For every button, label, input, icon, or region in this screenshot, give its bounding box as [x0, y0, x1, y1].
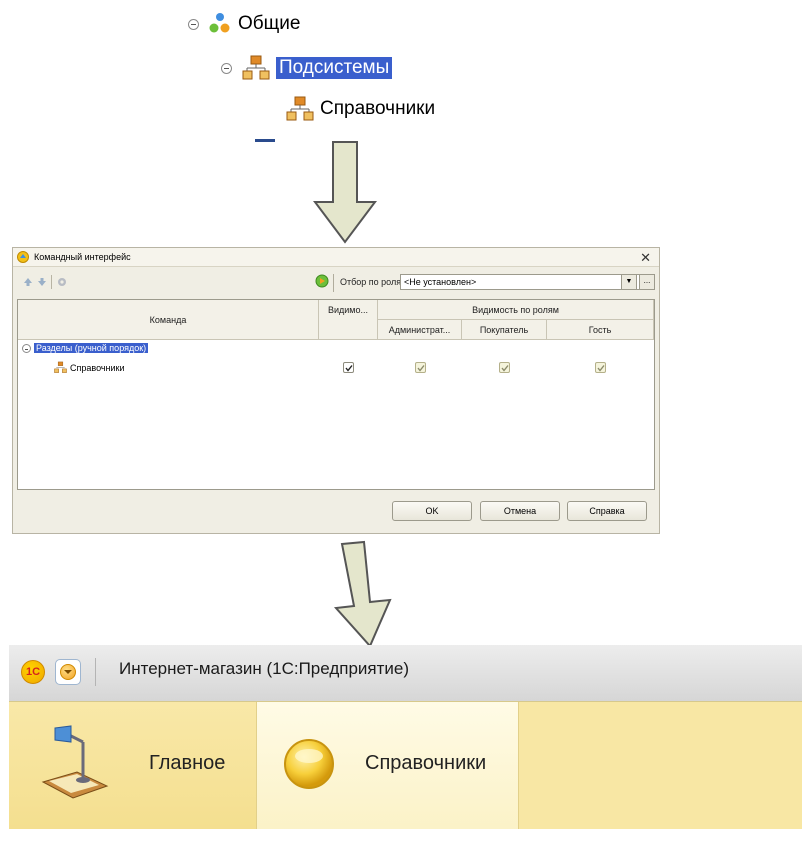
move-up-icon[interactable] — [23, 277, 33, 287]
desk-lamp-icon — [41, 725, 109, 799]
tree-item-subsystems[interactable]: Подсистемы — [221, 54, 393, 82]
role-visibility-checkbox[interactable] — [595, 362, 606, 373]
tree-item-label: Общие — [238, 13, 301, 34]
column-header-role[interactable]: Гость — [547, 320, 654, 340]
column-header-role[interactable]: Администрат... — [378, 320, 462, 340]
column-header-role[interactable]: Покупатель — [462, 320, 547, 340]
tree-item-catalogs[interactable]: Справочники — [286, 95, 435, 123]
select-more-button[interactable]: ... — [639, 274, 655, 290]
collapse-toggle[interactable] — [188, 18, 199, 30]
section-catalogs[interactable]: Справочники — [257, 702, 519, 830]
close-icon[interactable]: ✕ — [640, 250, 651, 266]
role-filter-select[interactable]: <Не установлен> — [400, 274, 640, 290]
toolbar-separator — [51, 275, 52, 289]
table-row[interactable]: Разделы (ручной порядок) — [18, 342, 654, 358]
section-label: Справочники — [365, 752, 487, 774]
dialog-toolbar: Отбор по ролям: <Не установлен> ▼ ... — [13, 269, 659, 297]
common-objects-icon — [209, 13, 230, 33]
commands-table: Команда Видимо... Видимость по ролям Адм… — [17, 299, 655, 490]
down-arrow-icon — [333, 540, 392, 648]
yellow-circle-icon — [284, 739, 334, 789]
section-label: Главное — [149, 752, 226, 774]
visibility-checkbox[interactable] — [343, 362, 354, 373]
column-header-visibility[interactable]: Видимо... — [319, 300, 378, 340]
dialog-title-bar: Командный интерфейс — [13, 248, 659, 267]
tree-item-common[interactable]: Общие — [188, 12, 300, 36]
filter-by-roles-icon[interactable] — [315, 274, 329, 288]
toolbar-separator — [333, 274, 334, 292]
collapse-toggle[interactable] — [22, 344, 31, 353]
down-arrow-icon — [313, 141, 377, 244]
app-icon — [17, 251, 29, 263]
window-bottom-area — [9, 829, 802, 855]
subsystem-icon — [242, 55, 270, 80]
command-interface-dialog: Командный интерфейс ✕ Отбор по ролям: <Н… — [12, 247, 660, 534]
move-down-icon[interactable] — [37, 277, 47, 287]
cancel-button[interactable]: Отмена — [480, 501, 560, 521]
text-cursor — [255, 139, 275, 142]
main-menu-button[interactable] — [55, 659, 81, 685]
settings-icon[interactable] — [57, 277, 67, 287]
column-header-command[interactable]: Команда — [18, 300, 319, 340]
column-header-visibility-by-roles: Видимость по ролям — [378, 300, 654, 320]
role-visibility-checkbox[interactable] — [499, 362, 510, 373]
chevron-down-icon — [60, 664, 76, 680]
role-visibility-checkbox[interactable] — [415, 362, 426, 373]
app-title: Интернет-магазин (1С:Предприятие) — [119, 659, 410, 678]
collapse-toggle[interactable] — [221, 62, 232, 74]
title-separator — [95, 658, 96, 686]
app-title-bar: 1С Интернет-магазин (1С:Предприятие) — [9, 645, 802, 701]
chevron-down-icon[interactable]: ▼ — [621, 274, 637, 290]
dialog-title: Командный интерфейс — [34, 252, 131, 262]
tree-item-label: Подсистемы — [276, 57, 393, 79]
help-button[interactable]: Справка — [567, 501, 647, 521]
subsystem-icon — [286, 96, 314, 121]
row-label: Разделы (ручной порядок) — [34, 343, 149, 353]
row-label: Справочники — [70, 363, 125, 373]
section-main[interactable]: Главное — [9, 702, 257, 830]
ok-button[interactable]: OK — [392, 501, 472, 521]
subsystem-icon — [54, 361, 67, 373]
1c-logo-icon[interactable]: 1С — [21, 660, 45, 684]
sections-panel: Главное Справочники — [9, 701, 802, 831]
tree-item-label: Справочники — [320, 98, 436, 119]
table-row[interactable]: Справочники — [18, 358, 654, 380]
